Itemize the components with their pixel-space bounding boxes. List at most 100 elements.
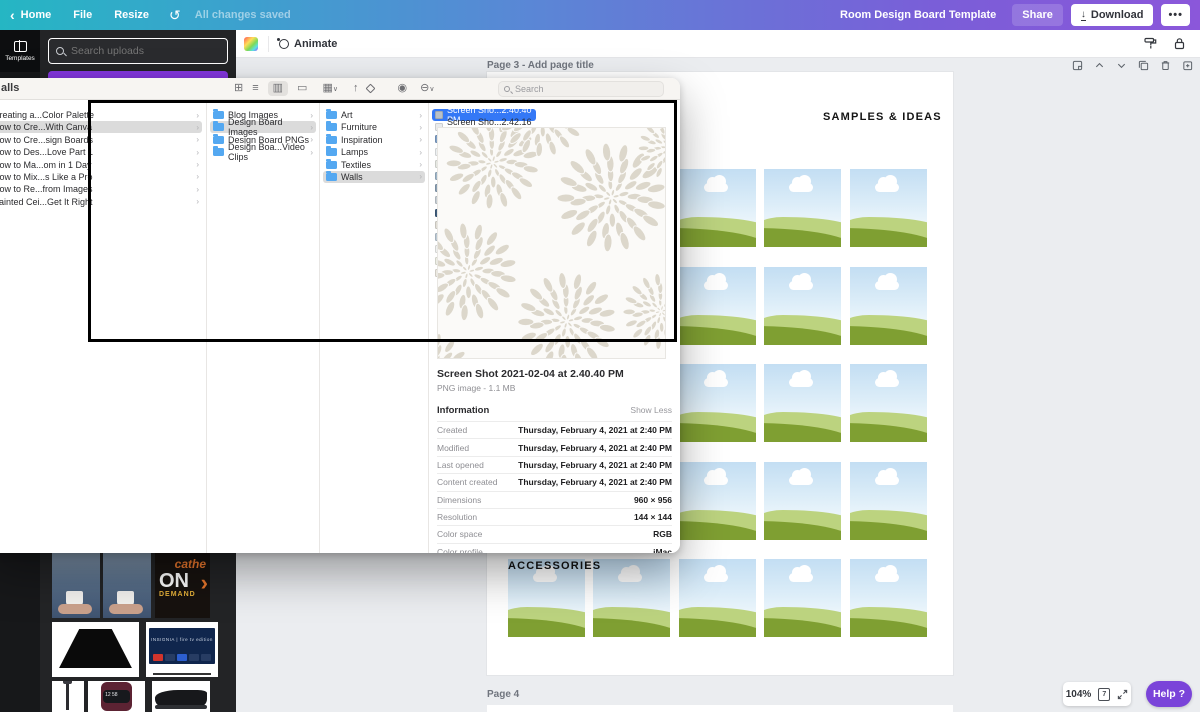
folder-name: How to Des...Love Part 1	[0, 147, 93, 157]
page3-title[interactable]: Page 3 - Add page title	[487, 60, 594, 71]
image-placeholder[interactable]	[764, 559, 841, 637]
document-title[interactable]: Room Design Board Template	[840, 9, 996, 21]
menu-home[interactable]: Home	[21, 9, 52, 21]
image-placeholder[interactable]	[679, 559, 756, 637]
paint-roller-icon[interactable]	[1144, 37, 1157, 50]
upload-thumb-pole[interactable]	[52, 681, 84, 712]
actions-menu-icon[interactable]: ⊖∨	[420, 83, 434, 95]
finder-search[interactable]: Search	[498, 81, 664, 97]
more-options-button[interactable]: •••	[1161, 4, 1190, 26]
back-chevron-icon[interactable]: ‹	[10, 7, 15, 23]
upload-thumb-tv[interactable]: INSIGNIA | fire tv edition	[146, 622, 218, 677]
finder-folder-row[interactable]: How to Re...from Images›	[0, 183, 202, 195]
image-placeholder[interactable]	[850, 169, 927, 247]
icon-view-icon[interactable]: ⊞	[234, 83, 243, 94]
image-placeholder[interactable]	[764, 267, 841, 345]
delete-page-icon[interactable]	[1160, 60, 1171, 71]
upload-thumb-photo[interactable]	[103, 552, 151, 618]
finder-folder-row[interactable]: Lamps›	[323, 146, 425, 158]
finder-folder-row[interactable]: Design Boa...Video Clips›	[210, 146, 316, 158]
info-row: Content createdThursday, February 4, 202…	[437, 473, 672, 490]
finder-folder-row[interactable]: How to Cre...With Canva›	[0, 121, 202, 133]
sidebar-item-templates[interactable]: Templates	[0, 30, 40, 72]
zoom-control[interactable]: 104% 7	[1063, 682, 1131, 706]
finder-folder-row[interactable]: How to Mix...s Like a Pro›	[0, 171, 202, 183]
download-button[interactable]: ↓ Download	[1071, 4, 1154, 26]
image-placeholder[interactable]	[593, 559, 670, 637]
design-page-4[interactable]	[487, 705, 953, 712]
image-placeholder[interactable]	[679, 267, 756, 345]
image-placeholder[interactable]	[764, 462, 841, 540]
move-page-down-icon[interactable]	[1116, 60, 1127, 71]
chevron-right-icon: ›	[196, 148, 199, 157]
move-page-up-icon[interactable]	[1094, 60, 1105, 71]
image-placeholder[interactable]	[850, 559, 927, 637]
animate-button[interactable]: Animate	[279, 38, 337, 50]
finder-folder-row[interactable]: How to Des...Love Part 1 ›	[0, 146, 202, 158]
image-placeholder[interactable]	[850, 364, 927, 442]
finder-folder-row[interactable]: Textiles›	[323, 159, 425, 171]
show-less-link[interactable]: Show Less	[630, 405, 672, 416]
page-grid-icon[interactable]: 7	[1098, 688, 1110, 701]
uploads-search[interactable]	[48, 38, 228, 64]
upload-thumb-mat[interactable]	[52, 622, 139, 677]
upload-thumb-cathe-poster[interactable]: cathe ON DEMAND ›	[155, 552, 210, 618]
folder-name: Walls	[341, 172, 363, 182]
list-view-icon[interactable]: ≡	[252, 83, 258, 94]
finder-folder-row[interactable]: Inspiration›	[323, 134, 425, 146]
menu-resize[interactable]: Resize	[114, 9, 149, 21]
info-row: ModifiedThursday, February 4, 2021 at 2:…	[437, 438, 672, 455]
zoom-level[interactable]: 104%	[1066, 689, 1092, 700]
share-icon[interactable]: ↑	[353, 83, 359, 94]
fullscreen-icon[interactable]	[1117, 689, 1128, 700]
finder-columns: Creating a...Color Palette›How to Cre...…	[0, 100, 680, 553]
finder-folder-row[interactable]: Painted Cei...Get It Right›	[0, 196, 202, 208]
add-page-icon[interactable]	[1182, 60, 1193, 71]
duplicate-page-icon[interactable]	[1138, 60, 1149, 71]
image-placeholder[interactable]	[850, 462, 927, 540]
finder-folder-row[interactable]: Creating a...Color Palette›	[0, 109, 202, 121]
help-button[interactable]: Help ?	[1146, 681, 1192, 707]
file-subtitle: PNG image - 1.1 MB	[437, 383, 672, 393]
folder-icon	[326, 123, 337, 131]
image-placeholder[interactable]	[679, 462, 756, 540]
image-placeholder[interactable]	[679, 169, 756, 247]
tag-icon[interactable]	[366, 84, 376, 94]
folder-icon	[326, 148, 337, 156]
finder-folder-row[interactable]: Design Board Images›	[210, 121, 316, 133]
accessories-heading[interactable]: ACCESSORIES	[508, 560, 601, 572]
page4-title[interactable]: Page 4	[487, 689, 519, 700]
upload-thumb-photo[interactable]	[52, 552, 100, 618]
gallery-view-icon[interactable]: ▭	[297, 83, 307, 94]
color-swatch-icon[interactable]	[244, 37, 258, 51]
uploads-search-input[interactable]	[71, 45, 201, 57]
chevron-right-icon: ›	[196, 172, 199, 181]
finder-folder-row[interactable]: Art›	[323, 109, 425, 121]
finder-folder-row[interactable]: How to Ma...om in 1 Day›	[0, 159, 202, 171]
column-view-icon[interactable]: ▥	[268, 81, 288, 96]
samples-ideas-heading[interactable]: SAMPLES & IDEAS	[823, 111, 942, 123]
finder-folder-row[interactable]: How to Cre...sign Boards›	[0, 134, 202, 146]
finder-folder-row[interactable]: Furniture›	[323, 121, 425, 133]
image-placeholder[interactable]	[764, 364, 841, 442]
image-placeholder[interactable]	[764, 169, 841, 247]
share-button[interactable]: Share	[1012, 4, 1063, 26]
chevron-right-icon: ›	[196, 185, 199, 194]
lock-icon[interactable]	[1173, 37, 1186, 50]
folder-icon	[326, 136, 337, 144]
image-placeholder[interactable]	[679, 364, 756, 442]
image-placeholder[interactable]	[850, 267, 927, 345]
upload-thumb-shoes[interactable]	[152, 681, 210, 712]
upload-thumb-watch[interactable]: 12 58	[88, 681, 145, 712]
folder-name: Textiles	[341, 160, 371, 170]
notes-icon[interactable]	[1072, 60, 1083, 71]
information-header: Information	[437, 405, 489, 416]
finder-folder-row[interactable]: Walls›	[323, 171, 425, 183]
quicklook-eye-icon[interactable]: ◉	[397, 83, 407, 94]
file-title: Screen Shot 2021-02-04 at 2.40.40 PM	[437, 368, 672, 380]
menu-file[interactable]: File	[73, 9, 92, 21]
folder-name: Creating a...Color Palette	[0, 110, 94, 120]
folder-icon	[213, 111, 224, 119]
undo-icon[interactable]: ↺	[169, 7, 181, 24]
group-by-icon[interactable]: ▦∨	[322, 83, 338, 95]
